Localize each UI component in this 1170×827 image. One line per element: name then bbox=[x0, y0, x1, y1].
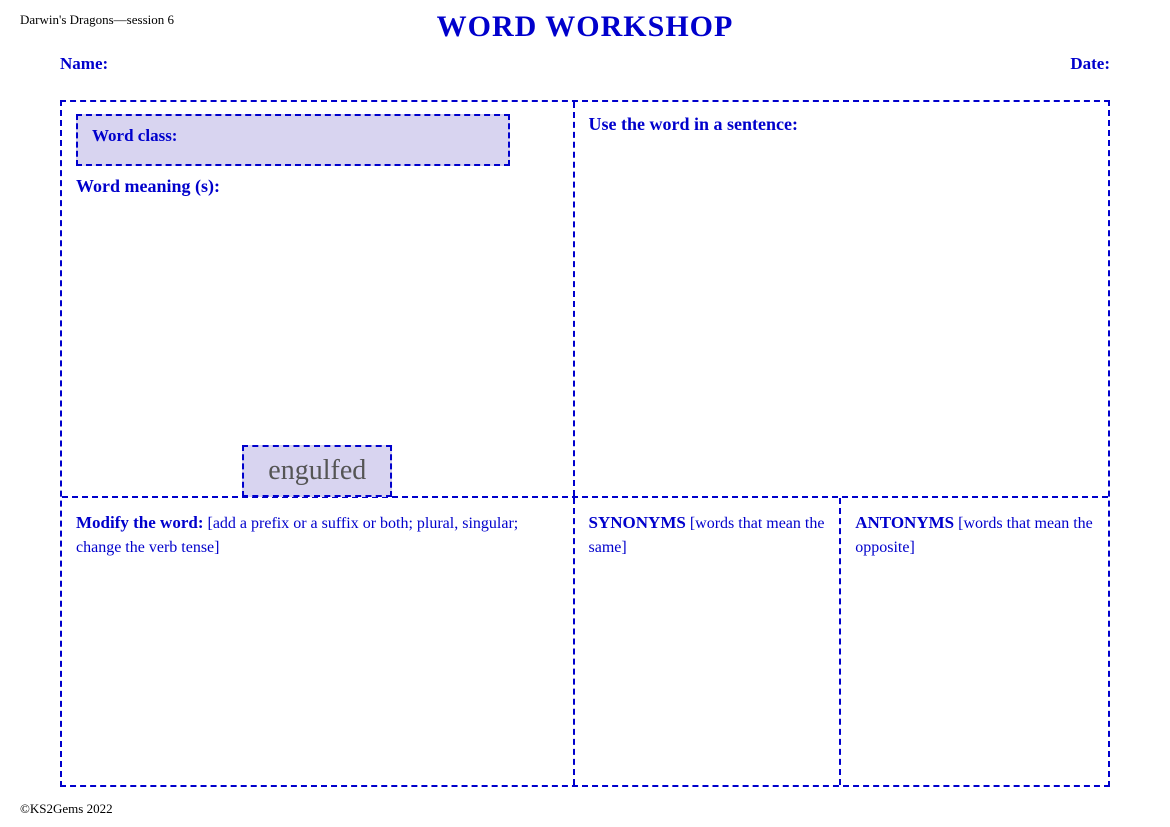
synonyms-label: SYNONYMS [words that mean the same] bbox=[589, 510, 826, 560]
modify-panel: Modify the word: [add a prefix or a suff… bbox=[62, 498, 575, 785]
synonyms-bold: SYNONYMS bbox=[589, 513, 686, 532]
antonyms-bold: ANTONYMS bbox=[855, 513, 954, 532]
word-class-box: Word class: bbox=[76, 114, 510, 166]
modify-label-bold: Modify the word: bbox=[76, 513, 203, 532]
page-title: WORD WORKSHOP bbox=[0, 0, 1170, 44]
left-panel: Word class: Word meaning (s): engulfed bbox=[62, 102, 575, 496]
date-label: Date: bbox=[1070, 54, 1110, 74]
modify-label: Modify the word: [add a prefix or a suff… bbox=[76, 510, 559, 560]
bottom-row: Modify the word: [add a prefix or a suff… bbox=[62, 498, 1108, 785]
session-label: Darwin's Dragons—session 6 bbox=[20, 12, 174, 28]
main-container: Word class: Word meaning (s): engulfed U… bbox=[60, 100, 1110, 787]
synonyms-panel: SYNONYMS [words that mean the same] bbox=[575, 498, 842, 785]
word-meaning-label: Word meaning (s): bbox=[76, 176, 559, 197]
top-row: Word class: Word meaning (s): engulfed U… bbox=[62, 102, 1108, 498]
footer-copyright: ©KS2Gems 2022 bbox=[20, 801, 113, 817]
use-in-sentence-label: Use the word in a sentence: bbox=[589, 114, 1094, 135]
right-panel: Use the word in a sentence: bbox=[575, 102, 1108, 496]
antonyms-panel: ANTONYMS [words that mean the opposite] bbox=[841, 498, 1108, 785]
antonyms-label: ANTONYMS [words that mean the opposite] bbox=[855, 510, 1094, 560]
center-word: engulfed bbox=[242, 445, 392, 497]
name-label: Name: bbox=[60, 54, 108, 74]
